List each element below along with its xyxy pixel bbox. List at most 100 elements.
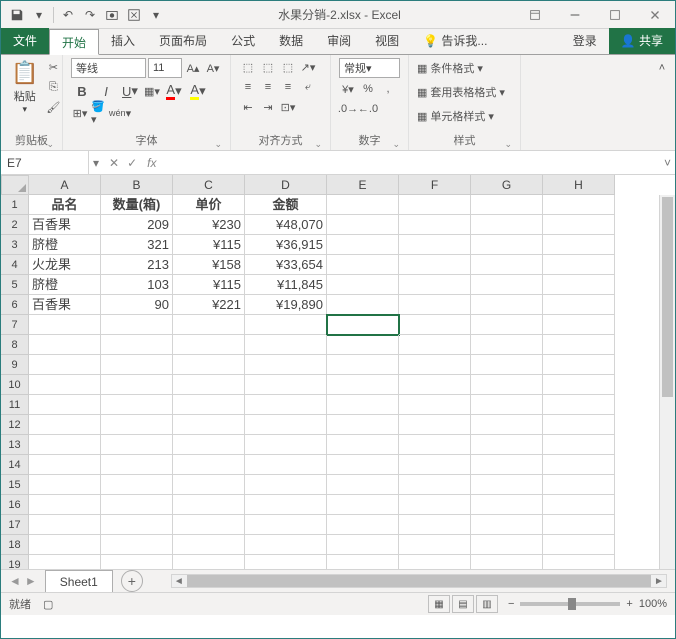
align-top-icon[interactable]: ⬚ (239, 58, 257, 76)
cell[interactable]: 百香果 (29, 295, 101, 315)
row-header[interactable]: 3 (1, 235, 29, 255)
cell[interactable] (245, 535, 327, 555)
enter-formula-icon[interactable]: ✓ (127, 156, 137, 170)
vertical-scrollbar[interactable] (659, 195, 675, 569)
font-size-select[interactable]: 11 (148, 58, 182, 78)
align-left-icon[interactable]: ≡ (239, 78, 257, 96)
row-header[interactable]: 18 (1, 535, 29, 555)
cell[interactable]: 数量(箱) (101, 195, 173, 215)
cell[interactable] (399, 555, 471, 569)
cell[interactable] (471, 535, 543, 555)
phonetic-button[interactable]: wén▾ (111, 104, 129, 122)
zoom-level[interactable]: 100% (639, 598, 667, 610)
page-break-view-button[interactable]: ▥ (476, 595, 498, 613)
cell[interactable] (543, 495, 615, 515)
cell[interactable] (399, 535, 471, 555)
cell[interactable] (471, 435, 543, 455)
cell[interactable] (399, 475, 471, 495)
cell[interactable] (101, 395, 173, 415)
cell[interactable] (543, 395, 615, 415)
number-format-select[interactable]: 常规 ▾ (339, 58, 400, 78)
cell[interactable] (399, 215, 471, 235)
cell[interactable] (543, 255, 615, 275)
cell[interactable] (471, 195, 543, 215)
zoom-out-button[interactable]: − (508, 598, 514, 610)
cell[interactable] (471, 455, 543, 475)
cell[interactable] (327, 335, 399, 355)
cell[interactable] (101, 415, 173, 435)
increase-decimal-icon[interactable]: .0→ (339, 100, 357, 118)
row-header[interactable]: 14 (1, 455, 29, 475)
copy-icon[interactable]: ⎘ (44, 78, 62, 96)
cell[interactable] (543, 375, 615, 395)
name-box[interactable]: E7 (1, 151, 89, 174)
row-header[interactable]: 16 (1, 495, 29, 515)
comma-icon[interactable]: , (379, 80, 397, 98)
format-as-table-button[interactable]: ▦套用表格格式▾ (417, 82, 505, 102)
cell[interactable]: ¥33,654 (245, 255, 327, 275)
cell[interactable] (543, 195, 615, 215)
orientation-icon[interactable]: ↗▾ (299, 58, 317, 76)
cell[interactable] (245, 555, 327, 569)
cell[interactable] (29, 335, 101, 355)
scroll-right-icon[interactable]: ► (652, 576, 666, 587)
scroll-left-icon[interactable]: ◄ (172, 576, 186, 587)
font-color-button[interactable]: A▾ (163, 80, 185, 102)
cell[interactable] (543, 235, 615, 255)
cell[interactable] (471, 475, 543, 495)
cell[interactable] (245, 375, 327, 395)
cell[interactable] (173, 515, 245, 535)
cell[interactable] (245, 515, 327, 535)
cell[interactable] (543, 275, 615, 295)
column-header[interactable]: E (327, 175, 399, 195)
cell[interactable]: 321 (101, 235, 173, 255)
cell[interactable] (101, 355, 173, 375)
cell[interactable]: ¥158 (173, 255, 245, 275)
cell[interactable]: 脐橙 (29, 235, 101, 255)
cell[interactable] (173, 355, 245, 375)
cell[interactable] (399, 355, 471, 375)
cell[interactable] (173, 335, 245, 355)
cell[interactable] (245, 395, 327, 415)
column-header[interactable]: B (101, 175, 173, 195)
normal-view-button[interactable]: ▦ (428, 595, 450, 613)
column-header[interactable]: D (245, 175, 327, 195)
row-header[interactable]: 5 (1, 275, 29, 295)
zoom-slider[interactable] (520, 602, 620, 606)
row-header[interactable]: 13 (1, 435, 29, 455)
cell[interactable] (399, 495, 471, 515)
cell[interactable] (29, 415, 101, 435)
cell[interactable] (101, 455, 173, 475)
cell[interactable] (543, 535, 615, 555)
cell[interactable] (327, 535, 399, 555)
cell[interactable] (327, 475, 399, 495)
tab-formulas[interactable]: 公式 (219, 28, 267, 54)
expand-formula-bar-icon[interactable]: ˅ (660, 156, 675, 170)
cell[interactable] (173, 435, 245, 455)
cell[interactable] (327, 435, 399, 455)
cell[interactable] (543, 555, 615, 569)
cell[interactable] (173, 315, 245, 335)
cell[interactable] (327, 415, 399, 435)
cell[interactable] (543, 335, 615, 355)
cell[interactable] (173, 395, 245, 415)
cut-icon[interactable]: ✂ (44, 58, 62, 76)
cell[interactable]: 单价 (173, 195, 245, 215)
cell[interactable] (327, 275, 399, 295)
cell[interactable] (245, 335, 327, 355)
cell[interactable] (471, 555, 543, 569)
zoom-in-button[interactable]: + (626, 598, 632, 610)
cell[interactable] (29, 375, 101, 395)
cell[interactable] (101, 315, 173, 335)
cell[interactable]: 品名 (29, 195, 101, 215)
cell[interactable]: 103 (101, 275, 173, 295)
maximize-button[interactable] (595, 1, 635, 29)
cell[interactable] (101, 435, 173, 455)
cell[interactable] (543, 295, 615, 315)
name-box-dropdown-icon[interactable]: ▾ (89, 156, 103, 170)
merge-cells-icon[interactable]: ⊡▾ (279, 98, 297, 116)
cell[interactable]: ¥19,890 (245, 295, 327, 315)
undo-icon[interactable]: ↶ (60, 7, 76, 23)
row-header[interactable]: 4 (1, 255, 29, 275)
cell[interactable] (173, 495, 245, 515)
